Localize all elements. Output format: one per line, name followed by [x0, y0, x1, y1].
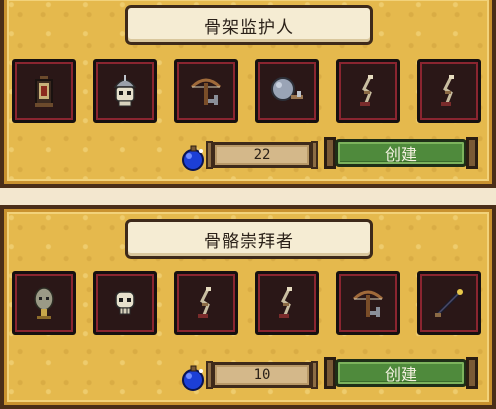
cost-counter: 10	[206, 361, 318, 389]
create-button[interactable]: 创建	[335, 139, 467, 167]
cost-value: 22	[253, 147, 271, 163]
craft-row: 10 创建	[179, 357, 478, 393]
ingredient-slot[interactable]	[93, 271, 157, 335]
crossbow-icon	[348, 283, 388, 323]
mana-potion-icon	[179, 363, 209, 393]
cost-value: 10	[253, 367, 271, 383]
recipe-card-bone-worshipper: 骨骼崇拜者 10 创建	[0, 205, 496, 409]
ingredient-slot[interactable]	[336, 271, 400, 335]
helmeted-skull-icon	[105, 71, 145, 111]
skull-icon	[105, 283, 145, 323]
counter-cap-left	[206, 141, 213, 169]
ingredient-slots	[12, 59, 481, 123]
craft-row: 22 创建	[179, 137, 478, 173]
button-cap-right	[466, 137, 478, 169]
button-cap-right	[466, 357, 478, 389]
ingredient-slot[interactable]	[12, 59, 76, 123]
bone-leg-icon	[267, 283, 307, 323]
counter-cap-right	[311, 141, 318, 169]
ingredient-slot[interactable]	[174, 59, 238, 123]
ingredient-slot[interactable]	[255, 271, 319, 335]
lantern-icon	[24, 71, 64, 111]
cost-counter: 22	[206, 141, 318, 169]
create-button[interactable]: 创建	[335, 359, 467, 387]
bone-leg-icon	[429, 71, 469, 111]
mana-potion-icon	[179, 143, 209, 173]
recipe-title: 骨骼崇拜者	[125, 219, 373, 259]
ingredient-slot[interactable]	[255, 59, 319, 123]
counter-cap-right	[311, 361, 318, 389]
ingredient-slot[interactable]	[336, 59, 400, 123]
hooded-idol-icon	[24, 283, 64, 323]
magic-staff-icon	[429, 283, 469, 323]
stone-hammer-icon	[267, 71, 307, 111]
recipe-title: 骨架监护人	[125, 5, 373, 45]
panel-divider	[0, 188, 496, 205]
ingredient-slots	[12, 271, 481, 335]
bone-leg-icon	[186, 283, 226, 323]
ingredient-slot[interactable]	[417, 59, 481, 123]
ingredient-slot[interactable]	[417, 271, 481, 335]
ingredient-slot[interactable]	[93, 59, 157, 123]
crossbow-icon	[186, 71, 226, 111]
ingredient-slot[interactable]	[12, 271, 76, 335]
ingredient-slot[interactable]	[174, 271, 238, 335]
counter-cap-left	[206, 361, 213, 389]
recipe-card-skeleton-guardian: 骨架监护人 22 创建	[0, 0, 496, 188]
bone-leg-icon	[348, 71, 388, 111]
